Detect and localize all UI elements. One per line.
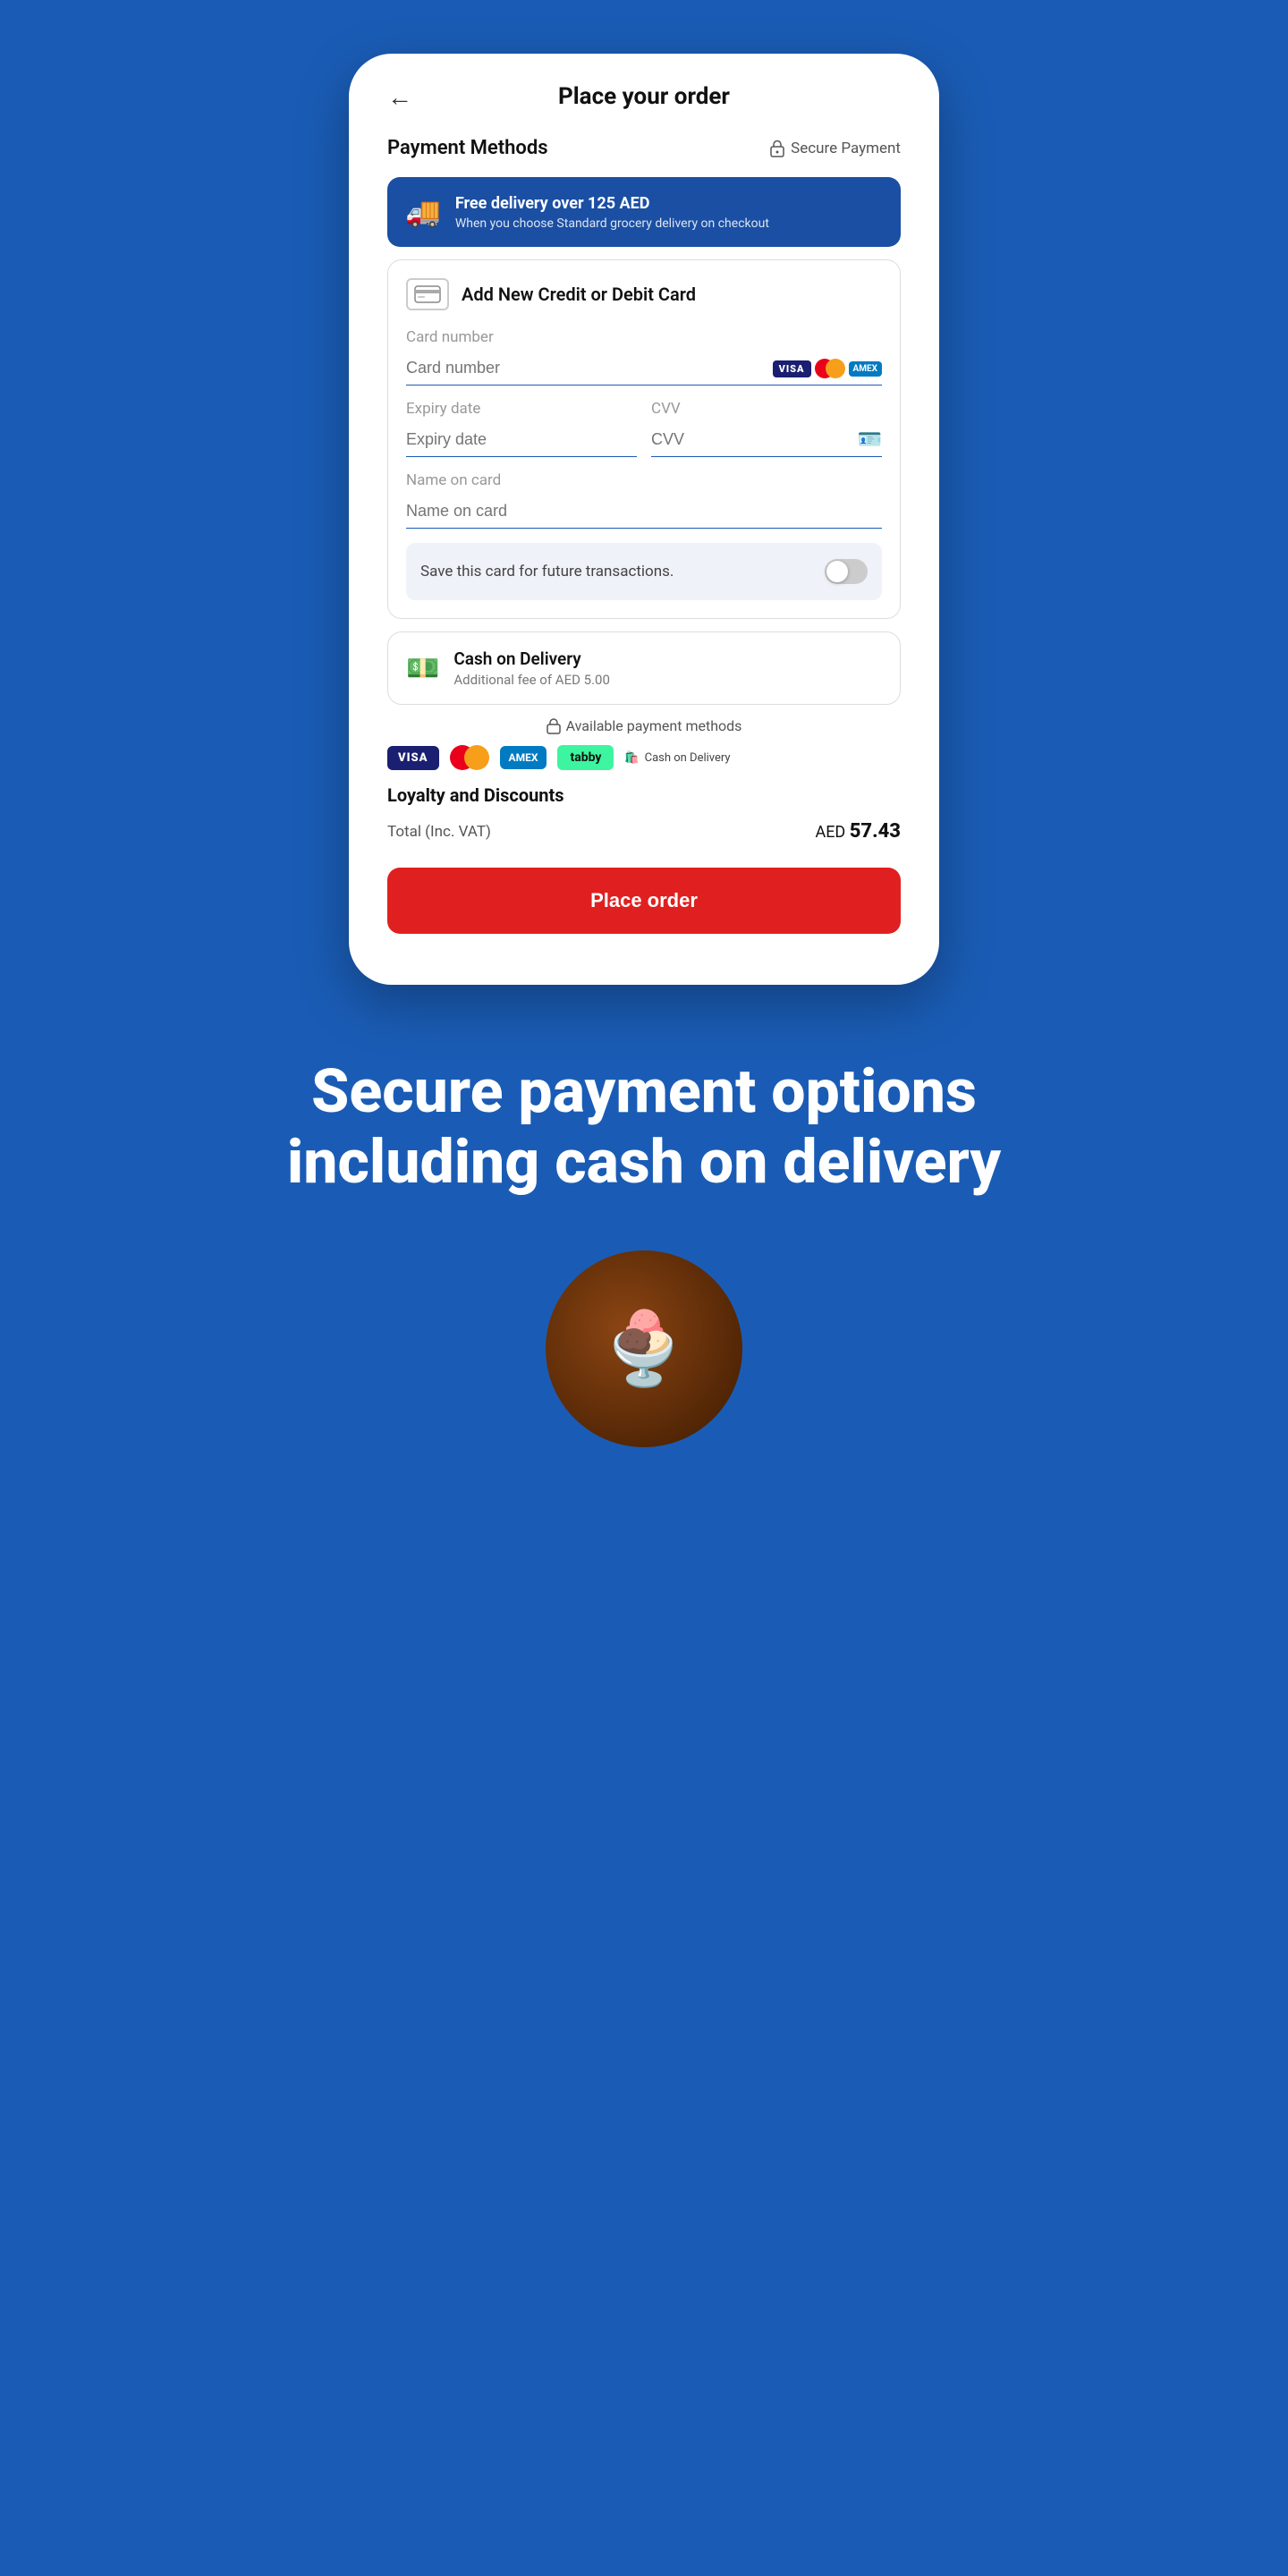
cash-method-icon: 🛍️ Cash on Delivery <box>624 751 730 765</box>
add-card-title: Add New Credit or Debit Card <box>462 284 696 305</box>
lock-icon <box>769 140 785 157</box>
name-on-card-label: Name on card <box>406 471 882 489</box>
available-methods-section: Available payment methods <box>387 717 901 734</box>
delivery-truck-icon: 🚚 <box>405 195 441 229</box>
tabby-method-icon: tabby <box>557 745 614 770</box>
cash-method-label: Cash on Delivery <box>645 751 731 765</box>
save-card-toggle[interactable] <box>825 559 868 584</box>
cvv-input[interactable] <box>651 423 882 457</box>
total-label: Total (Inc. VAT) <box>387 823 491 841</box>
card-section: Add New Credit or Debit Card Card number… <box>387 259 901 619</box>
visa-logo: VISA <box>773 360 811 377</box>
total-currency: AED <box>815 823 845 842</box>
save-card-row: Save this card for future transactions. <box>406 543 882 600</box>
cash-on-delivery-section[interactable]: 💵 Cash on Delivery Additional fee of AED… <box>387 631 901 705</box>
secure-label: Secure Payment <box>791 140 901 157</box>
payment-methods-row: Payment Methods Secure Payment <box>369 128 919 168</box>
free-delivery-banner: 🚚 Free delivery over 125 AED When you ch… <box>387 177 901 247</box>
mastercard-method-icon <box>450 745 489 770</box>
methods-icons-row: VISA AMEX tabby 🛍️ Cash on Delivery <box>369 745 919 770</box>
loyalty-title: Loyalty and Discounts <box>387 784 901 806</box>
total-row: Total (Inc. VAT) AED 57.43 <box>387 815 901 848</box>
cash-title: Cash on Delivery <box>453 648 610 669</box>
toggle-knob <box>826 561 848 582</box>
dessert-image: 🍨 <box>546 1250 742 1447</box>
total-amount: 57.43 <box>850 820 901 843</box>
available-methods-label: Available payment methods <box>387 717 901 734</box>
card-icon <box>406 278 449 310</box>
expiry-input[interactable] <box>406 423 637 457</box>
payment-methods-label: Payment Methods <box>387 137 548 159</box>
visa-method-icon: VISA <box>387 746 439 770</box>
cvv-label: CVV <box>651 400 882 418</box>
place-order-button[interactable]: Place order <box>387 868 901 934</box>
cash-bag-icon: 🛍️ <box>624 751 639 765</box>
phone-mockup: ← Place your order Payment Methods Secur… <box>349 54 939 985</box>
name-on-card-field: Name on card <box>406 471 882 529</box>
back-button[interactable]: ← <box>387 82 412 112</box>
page-title: Place your order <box>558 83 730 110</box>
cvv-field: CVV 🪪 <box>651 400 882 457</box>
card-section-header: Add New Credit or Debit Card <box>406 278 882 310</box>
expiry-cvv-row: Expiry date CVV 🪪 <box>406 400 882 457</box>
save-card-label: Save this card for future transactions. <box>420 563 674 580</box>
available-methods-text: Available payment methods <box>566 717 742 734</box>
secure-payment: Secure Payment <box>769 140 901 157</box>
cash-subtitle: Additional fee of AED 5.00 <box>453 672 610 688</box>
credit-card-icon <box>414 285 441 303</box>
free-delivery-title: Free delivery over 125 AED <box>455 193 769 214</box>
expiry-field: Expiry date <box>406 400 637 457</box>
total-value: AED 57.43 <box>815 820 901 843</box>
card-logos: VISA AMEX <box>773 359 882 378</box>
secure-payment-headline: Secure payment options including cash on… <box>152 985 1136 1250</box>
cvv-icon: 🪪 <box>858 429 882 452</box>
header: ← Place your order <box>369 83 919 128</box>
amex-logo: AMEX <box>849 361 882 377</box>
expiry-label: Expiry date <box>406 400 637 418</box>
loyalty-section: Loyalty and Discounts Total (Inc. VAT) A… <box>387 784 901 848</box>
cash-icon: 💵 <box>406 653 439 684</box>
amex-method-icon: AMEX <box>500 746 547 769</box>
lock-icon-small <box>547 718 561 734</box>
card-number-field: Card number VISA AMEX <box>406 328 882 386</box>
mastercard-logo <box>815 359 845 378</box>
card-number-label: Card number <box>406 328 882 346</box>
free-delivery-subtitle: When you choose Standard grocery deliver… <box>455 216 769 231</box>
name-on-card-input[interactable] <box>406 495 882 529</box>
